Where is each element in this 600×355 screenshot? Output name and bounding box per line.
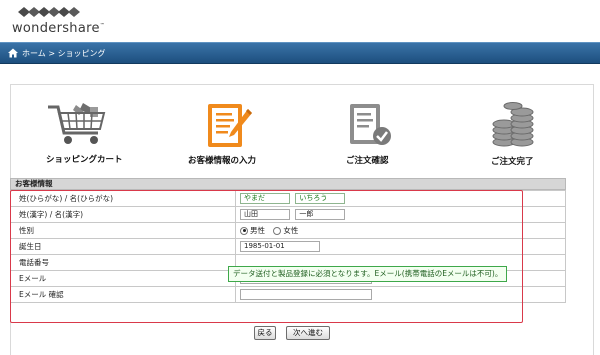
logo-diamond-icon [18, 7, 80, 17]
breadcrumb: ホーム > ショッピング [22, 48, 106, 59]
phone-tooltip: データ送付と製品登録に必須となります。Eメール(携帯電話のEメールは不可)。 [228, 266, 508, 282]
document-check-icon [350, 104, 391, 145]
back-button[interactable]: 戻る [254, 326, 276, 340]
gender-female-radio[interactable] [273, 226, 282, 235]
email-label: Eメール [10, 270, 236, 287]
kanji-name-label: 姓(漢字) / 名(漢字) [10, 206, 236, 223]
shopping-cart-icon [48, 103, 106, 144]
breadcrumb-bar: ホーム > ショッピング [0, 42, 600, 64]
form-row-gender: 性別 男性 女性 [10, 222, 566, 239]
breadcrumb-home-link[interactable]: ホーム [22, 49, 46, 58]
step-label-order-confirm: ご注文確認 [346, 156, 389, 166]
breadcrumb-separator: > [48, 49, 56, 58]
kanji-last-name-input[interactable]: 山田 [240, 209, 290, 220]
kanji-first-name-input[interactable]: 一郎 [295, 209, 346, 220]
kana-name-label: 姓(ひらがな) / 名(ひらがな) [10, 190, 236, 207]
customer-info-form: 姓(ひらがな) / 名(ひらがな) やまだ いちろう 姓(漢字) / 名(漢字)… [10, 190, 566, 303]
next-button[interactable]: 次へ進む [286, 326, 330, 340]
step-label-order-complete: ご注文完了 [491, 157, 534, 167]
form-row-kanji: 姓(漢字) / 名(漢字) 山田 一郎 [10, 206, 566, 223]
gender-female-label: 女性 [283, 226, 299, 235]
gender-male-label: 男性 [250, 226, 265, 235]
wondershare-logo[interactable]: wondershare™ [10, 5, 130, 37]
form-row-kana: 姓(ひらがな) / 名(ひらがな) やまだ いちろう [10, 190, 566, 207]
breadcrumb-current: ショッピング [57, 49, 106, 58]
form-row-birthday: 誕生日 1985-01-01 [10, 238, 566, 255]
birthday-input[interactable]: 1985-01-01 [240, 241, 320, 252]
phone-label: 電話番号 [10, 254, 236, 271]
email-confirm-input[interactable] [240, 289, 372, 300]
kana-first-name-input[interactable]: いちろう [295, 193, 346, 204]
customer-info-header: お客様情報 [10, 178, 566, 190]
coin-stack-icon [492, 102, 534, 147]
step-label-customer-info: お客様情報の入力 [188, 156, 257, 166]
email-confirm-label: Eメール 確認 [10, 286, 236, 303]
birthday-label: 誕生日 [10, 238, 236, 255]
home-icon[interactable] [8, 48, 18, 58]
logo-text: wondershare™ [12, 21, 106, 36]
gender-label: 性別 [10, 222, 236, 239]
kana-last-name-input[interactable]: やまだ [240, 193, 290, 204]
clipboard-edit-icon [208, 104, 252, 147]
step-label-cart: ショッピングカート [46, 155, 123, 165]
gender-male-radio[interactable] [240, 226, 248, 235]
form-row-email-confirm: Eメール 確認 [10, 286, 566, 303]
